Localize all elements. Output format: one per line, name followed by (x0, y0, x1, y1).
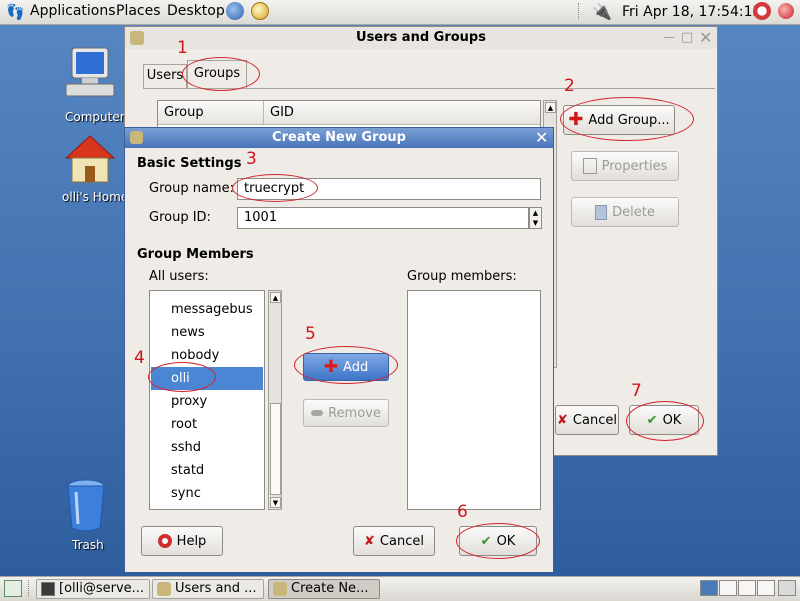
users-cancel-button[interactable]: ✘ Cancel (555, 405, 619, 435)
menu-desktop[interactable]: Desktop (167, 3, 225, 19)
list-item[interactable]: messagebus (151, 298, 263, 321)
maximize-icon[interactable]: □ (681, 30, 693, 45)
clock[interactable]: Fri Apr 18, 17:54:13 (622, 4, 761, 20)
trash-applet-icon[interactable] (778, 580, 796, 596)
scroll-down-icon[interactable]: ▼ (270, 497, 281, 508)
minimize-icon[interactable]: — (663, 30, 675, 44)
group-id-spin-button[interactable]: ▲ ▼ (529, 207, 542, 229)
dialog-cancel-button[interactable]: ✘ Cancel (353, 526, 435, 556)
computer-label[interactable]: Computer (65, 110, 125, 124)
help-button[interactable]: Help (141, 526, 223, 556)
annotation-ellipse (560, 97, 694, 141)
home-folder-label[interactable]: olli's Home (62, 190, 128, 204)
annotation-ellipse (182, 57, 260, 91)
annotation-number: 3 (246, 149, 257, 169)
close-icon[interactable]: ✕ (699, 28, 712, 47)
properties-icon (582, 158, 597, 174)
annotation-ellipse (148, 362, 216, 392)
cancel-x-icon: ✘ (364, 533, 375, 549)
workspace-1[interactable] (700, 580, 718, 596)
list-item[interactable]: sshd (151, 436, 263, 459)
taskbar-create-group[interactable]: Create Ne... (268, 579, 380, 599)
basic-settings-heading: Basic Settings (137, 156, 242, 171)
annotation-number: 6 (457, 502, 468, 522)
menu-applications[interactable]: Applications (30, 3, 116, 19)
web-browser-icon[interactable] (226, 2, 244, 20)
top-panel: 👣 Applications Places Desktop 🔌 Fri Apr … (0, 0, 800, 25)
group-members-list[interactable] (407, 290, 541, 510)
power-icon[interactable] (778, 3, 794, 19)
annotation-number: 4 (134, 348, 145, 368)
menu-places[interactable]: Places (116, 3, 161, 19)
show-desktop-icon[interactable] (4, 580, 22, 597)
create-group-titlebar[interactable]: Create New Group (125, 128, 553, 148)
trash-label[interactable]: Trash (72, 538, 104, 552)
all-users-label: All users: (149, 269, 209, 284)
dialog-close-icon[interactable]: ✕ (535, 128, 548, 147)
terminal-icon (41, 582, 55, 596)
column-header-group[interactable]: Group (158, 101, 264, 125)
trash-icon[interactable] (66, 478, 106, 534)
annotation-number: 2 (564, 76, 575, 96)
users-groups-icon (157, 582, 171, 596)
lifebuoy-icon (157, 534, 172, 548)
remove-member-button[interactable]: Remove (303, 399, 389, 427)
group-id-label: Group ID: (149, 210, 211, 225)
minus-icon (311, 410, 324, 416)
group-members-heading: Group Members (137, 247, 254, 262)
workspace-2[interactable] (719, 580, 737, 596)
tab-users[interactable]: Users (143, 64, 187, 89)
list-item[interactable]: root (151, 413, 263, 436)
list-item[interactable]: news (151, 321, 263, 344)
workspace-3[interactable] (738, 580, 756, 596)
users-window-icon (130, 31, 144, 45)
dialog-title: Create New Group (272, 130, 406, 145)
workspace-4[interactable] (757, 580, 775, 596)
group-members-label: Group members: (407, 269, 517, 284)
computer-icon[interactable] (64, 46, 116, 102)
update-notifier-icon[interactable] (753, 2, 771, 20)
cancel-x-icon: ✘ (557, 412, 568, 428)
dialog-window-icon (130, 131, 143, 144)
properties-button[interactable]: Properties (571, 151, 679, 181)
create-group-icon (273, 582, 287, 596)
mail-client-icon[interactable] (251, 2, 269, 20)
gnome-foot-icon[interactable]: 👣 (6, 3, 25, 21)
list-item[interactable]: statd (151, 459, 263, 482)
users-scrollbar[interactable]: ▲ ▼ (268, 290, 282, 510)
window-title: Users and Groups (356, 30, 486, 45)
column-header-gid[interactable]: GID (264, 101, 540, 125)
scroll-thumb[interactable] (270, 403, 281, 495)
panel-separator (578, 3, 581, 19)
scroll-up-icon[interactable]: ▲ (270, 292, 281, 303)
scroll-up-icon[interactable]: ▲ (545, 102, 556, 113)
list-item[interactable]: proxy (151, 390, 263, 413)
annotation-number: 7 (631, 381, 642, 401)
network-icon[interactable]: 🔌 (592, 2, 612, 21)
home-folder-icon[interactable] (64, 134, 116, 184)
taskbar-users-groups[interactable]: Users and ... (152, 579, 264, 599)
annotation-ellipse (626, 401, 704, 441)
users-groups-titlebar[interactable]: Users and Groups (125, 27, 717, 49)
delete-icon (595, 204, 608, 220)
all-users-list[interactable]: messagebus news nobody olli proxy root s… (149, 290, 265, 510)
delete-button[interactable]: Delete (571, 197, 679, 227)
panel-separator (28, 580, 31, 597)
group-id-input[interactable]: 1001 (237, 207, 529, 229)
bottom-panel: [olli@serve... Users and ... Create Ne..… (0, 576, 800, 601)
list-item[interactable]: sync (151, 482, 263, 505)
annotation-number: 5 (305, 324, 316, 344)
annotation-ellipse (456, 523, 540, 559)
taskbar-terminal[interactable]: [olli@serve... (36, 579, 150, 599)
annotation-ellipse (232, 174, 318, 202)
annotation-ellipse (294, 346, 398, 384)
group-name-label: Group name: (149, 181, 234, 196)
annotation-number: 1 (177, 38, 188, 58)
